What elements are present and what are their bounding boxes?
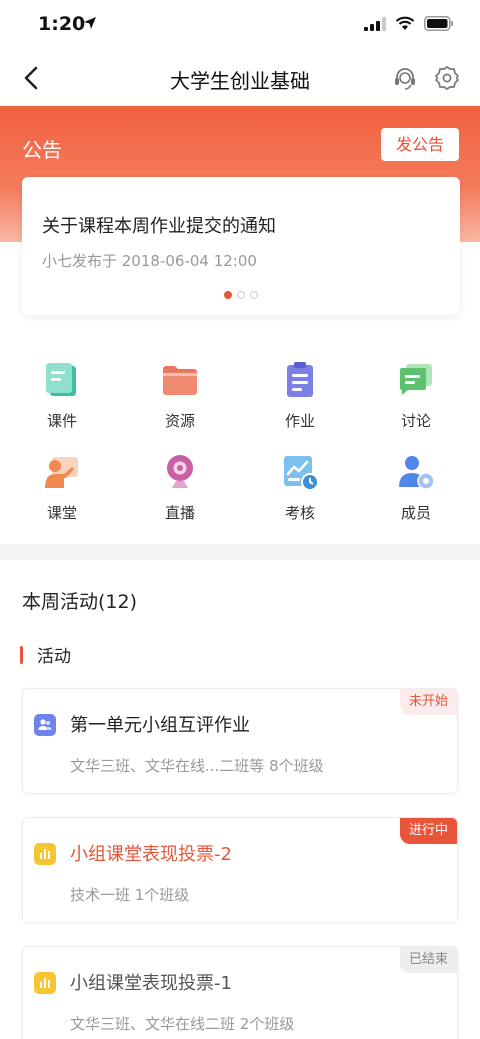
notice-title: 公告 bbox=[22, 138, 62, 162]
activity-card[interactable]: 已结束 小组课堂表现投票-1 文华三班、文华在线二班 2个班级 bbox=[22, 946, 458, 1039]
status-time: 1:20 bbox=[38, 13, 86, 35]
member-icon bbox=[399, 456, 435, 490]
status-badge: 进行中 bbox=[399, 818, 457, 844]
section-marker bbox=[20, 645, 23, 664]
activity-title: 小组课堂表现投票-2 bbox=[70, 844, 232, 865]
carousel-dot[interactable] bbox=[250, 291, 258, 299]
feature-courseware[interactable]: 课件 bbox=[12, 360, 112, 431]
courseware-icon bbox=[46, 363, 76, 396]
notice-card-meta: 小七发布于 2018-06-04 12:00 bbox=[42, 252, 257, 270]
signal-icon bbox=[364, 16, 386, 31]
feature-label: 资源 bbox=[164, 412, 195, 430]
carousel-dot[interactable] bbox=[237, 291, 245, 299]
activity-subtitle: 文华三班、文华在线二班 2个班级 bbox=[70, 1015, 295, 1033]
settings-button[interactable] bbox=[434, 65, 460, 91]
status-bar: 1:20 bbox=[0, 0, 480, 50]
webcam-icon bbox=[167, 455, 193, 488]
vote-icon bbox=[34, 972, 56, 994]
battery-icon bbox=[424, 16, 453, 31]
vote-icon bbox=[34, 843, 56, 865]
clipboard-icon bbox=[287, 362, 313, 397]
feature-label: 直播 bbox=[164, 504, 195, 522]
feature-label: 作业 bbox=[284, 412, 315, 430]
feature-live[interactable]: 直播 bbox=[130, 452, 230, 523]
notice-card-title: 关于课程本周作业提交的通知 bbox=[42, 216, 276, 237]
customer-service-button[interactable] bbox=[392, 65, 418, 91]
nav-bar: 大学生创业基础 bbox=[0, 50, 480, 106]
headset-icon bbox=[395, 68, 415, 90]
feature-assessment[interactable]: 考核 bbox=[250, 452, 350, 523]
carousel-dots bbox=[22, 291, 460, 299]
feature-classroom[interactable]: 课堂 bbox=[12, 452, 112, 523]
post-notice-button[interactable]: 发公告 bbox=[381, 128, 459, 161]
notice-card[interactable]: 关于课程本周作业提交的通知 小七发布于 2018-06-04 12:00 bbox=[22, 177, 460, 315]
feature-label: 考核 bbox=[284, 504, 315, 522]
feature-homework[interactable]: 作业 bbox=[250, 360, 350, 431]
feature-members[interactable]: 成员 bbox=[366, 452, 466, 523]
week-activity-title: 本周活动(12) bbox=[22, 591, 138, 613]
feature-discussion[interactable]: 讨论 bbox=[366, 360, 466, 431]
activity-label-row: 活动 bbox=[20, 642, 71, 667]
status-badge: 未开始 bbox=[399, 689, 457, 715]
status-badge: 已结束 bbox=[399, 947, 457, 973]
feature-label: 成员 bbox=[400, 504, 431, 522]
feature-label: 课堂 bbox=[46, 504, 77, 522]
feature-resources[interactable]: 资源 bbox=[130, 360, 230, 431]
activity-subtitle: 文华三班、文华在线...二班等 8个班级 bbox=[70, 757, 324, 775]
wifi-icon bbox=[395, 16, 415, 30]
feature-label: 讨论 bbox=[400, 412, 431, 430]
discussion-icon bbox=[400, 364, 432, 395]
gear-icon bbox=[435, 66, 459, 90]
location-arrow-icon bbox=[84, 17, 96, 29]
group-icon bbox=[34, 714, 56, 736]
feature-grid: 课件 资源 作业 讨论 课堂 直播 考核 成员 bbox=[0, 332, 480, 544]
chart-clock-icon bbox=[284, 456, 319, 491]
activity-section: 本周活动(12) 活动 未开始 第一单元小组互评作业 文华三班、文华在线...二… bbox=[0, 560, 480, 1039]
activity-label: 活动 bbox=[37, 647, 71, 667]
activity-card[interactable]: 进行中 小组课堂表现投票-2 技术一班 1个班级 bbox=[22, 817, 458, 923]
activity-subtitle: 技术一班 1个班级 bbox=[70, 886, 190, 904]
activity-title: 第一单元小组互评作业 bbox=[70, 715, 250, 736]
activity-card[interactable]: 未开始 第一单元小组互评作业 文华三班、文华在线...二班等 8个班级 bbox=[22, 688, 458, 794]
classroom-icon bbox=[45, 457, 78, 488]
activity-title: 小组课堂表现投票-1 bbox=[70, 973, 232, 994]
folder-icon bbox=[163, 366, 197, 395]
feature-label: 课件 bbox=[46, 412, 77, 430]
carousel-dot[interactable] bbox=[224, 291, 232, 299]
